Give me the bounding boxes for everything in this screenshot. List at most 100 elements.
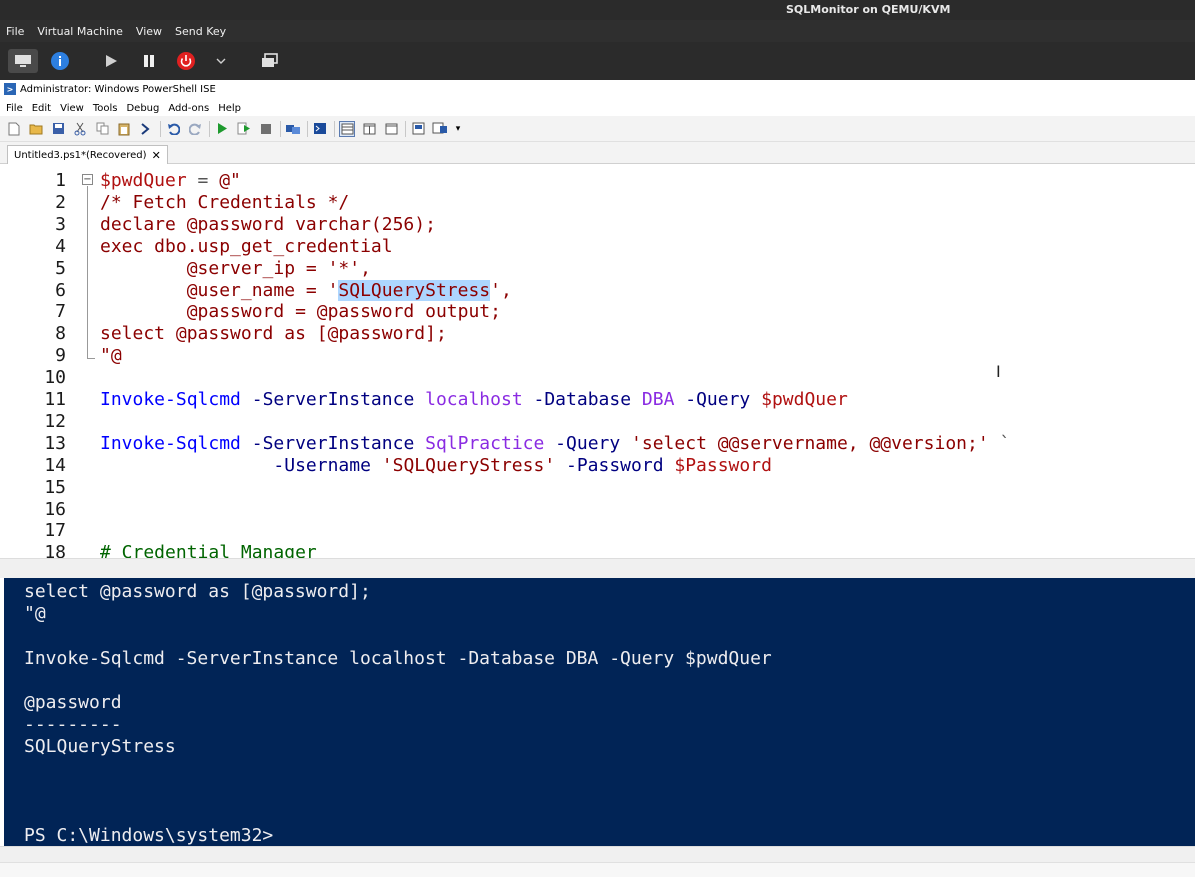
undo-icon[interactable] bbox=[165, 121, 181, 137]
line-number: 16 bbox=[44, 498, 66, 520]
code-token: Invoke-Sqlcmd bbox=[100, 432, 241, 454]
host-toolbar bbox=[0, 42, 1195, 80]
code-token: "@ bbox=[100, 345, 122, 367]
code-token: $Password bbox=[674, 454, 772, 476]
line-number: 9 bbox=[55, 345, 66, 367]
code-token: DBA bbox=[641, 389, 675, 410]
code-line: @user_name = 'SQLQueryStress', bbox=[100, 279, 512, 301]
code-token: = bbox=[186, 170, 220, 191]
ise-toolbar: ▾ bbox=[0, 116, 1195, 142]
ise-menu-tools[interactable]: Tools bbox=[93, 103, 118, 114]
ise-menu-file[interactable]: File bbox=[6, 103, 23, 114]
toolbar-separator bbox=[160, 120, 161, 137]
console-pane[interactable]: select @password as [@password]; "@ Invoke… bbox=[4, 578, 1195, 846]
code-line: select @password as [@password]; bbox=[100, 323, 447, 344]
code-token: exec dbo.usp_get_credential bbox=[100, 235, 393, 257]
code-line: "@ bbox=[100, 345, 122, 366]
powershell-icon: > bbox=[4, 83, 16, 95]
code-token: 'select @@servername, @@version;' bbox=[631, 432, 989, 454]
pane-splitter[interactable] bbox=[0, 558, 1195, 578]
code-token: SqlPractice bbox=[425, 432, 545, 454]
code-line: /* Fetch Credentials */ bbox=[100, 192, 349, 213]
selected-text: SQLQueryStress bbox=[338, 279, 491, 301]
toolbar-separator bbox=[307, 120, 308, 137]
horizontal-scrollbar[interactable] bbox=[0, 846, 1195, 862]
code-token: -Database bbox=[522, 389, 642, 410]
ise-menu-edit[interactable]: Edit bbox=[32, 103, 51, 114]
collapse-icon[interactable]: − bbox=[82, 174, 93, 185]
layout-top-icon[interactable] bbox=[339, 120, 355, 137]
open-folder-icon[interactable] bbox=[28, 121, 44, 137]
console-line: --------- bbox=[24, 714, 122, 736]
stop-icon[interactable] bbox=[258, 121, 274, 137]
save-icon[interactable] bbox=[50, 121, 66, 137]
code-token: @password = @password output; bbox=[100, 301, 501, 323]
console-line: select @password as [@password]; bbox=[24, 581, 371, 602]
ise-menu-add-ons[interactable]: Add-ons bbox=[168, 103, 209, 114]
line-number: 6 bbox=[55, 279, 66, 301]
play-icon[interactable] bbox=[100, 49, 122, 73]
console-line: Invoke-Sqlcmd -ServerInstance localhost … bbox=[24, 647, 772, 669]
ise-menu-debug[interactable]: Debug bbox=[126, 103, 159, 114]
code-token: @server_ip = '*', bbox=[100, 257, 371, 279]
info-icon[interactable] bbox=[48, 49, 72, 73]
toolbar-separator bbox=[209, 120, 210, 137]
cut-icon[interactable] bbox=[72, 121, 88, 137]
remote-powershell-icon[interactable] bbox=[285, 121, 301, 137]
pause-icon[interactable] bbox=[138, 49, 160, 73]
show-script-pane-icon[interactable] bbox=[410, 121, 426, 137]
code-token: # Credential Manager bbox=[100, 542, 317, 558]
host-menu-send-key[interactable]: Send Key bbox=[175, 25, 226, 38]
code-token: /* Fetch Credentials */ bbox=[100, 191, 350, 213]
line-number: 3 bbox=[55, 213, 66, 235]
ise-menu-view[interactable]: View bbox=[60, 103, 84, 114]
console-prompt: PS C:\Windows\system32> bbox=[24, 825, 274, 846]
code-line: exec dbo.usp_get_credential bbox=[100, 236, 393, 257]
clear-console-icon[interactable] bbox=[138, 121, 154, 137]
chevron-down-icon[interactable] bbox=[212, 49, 230, 73]
fold-guide bbox=[87, 186, 88, 358]
code-line: -Username 'SQLQueryStress' -Password $Pa… bbox=[100, 455, 772, 476]
copy-icon[interactable] bbox=[94, 121, 110, 137]
layout-right-icon[interactable] bbox=[361, 121, 377, 137]
monitor-icon[interactable] bbox=[8, 49, 38, 73]
new-file-icon[interactable] bbox=[6, 121, 22, 137]
console-line: @password bbox=[24, 692, 122, 713]
start-powershell-icon[interactable] bbox=[312, 121, 328, 137]
host-menu-file[interactable]: File bbox=[6, 25, 24, 38]
redo-icon[interactable] bbox=[187, 121, 203, 137]
host-menu-virtual-machine[interactable]: Virtual Machine bbox=[37, 25, 123, 38]
line-number: 17 bbox=[44, 520, 66, 542]
run-selection-icon[interactable] bbox=[236, 121, 252, 137]
line-number: 8 bbox=[55, 323, 66, 345]
toolbar-overflow-icon[interactable]: ▾ bbox=[454, 121, 462, 137]
code-token: ', bbox=[490, 279, 512, 301]
console-line: SQLQueryStress bbox=[24, 736, 176, 758]
close-icon[interactable]: ✕ bbox=[152, 149, 161, 162]
power-icon[interactable] bbox=[174, 49, 198, 73]
line-number: 18 bbox=[44, 542, 66, 558]
ise-menu-help[interactable]: Help bbox=[218, 103, 241, 114]
line-number: 2 bbox=[55, 191, 66, 213]
code-token: @" bbox=[219, 170, 241, 191]
code-line: @server_ip = '*', bbox=[100, 258, 371, 279]
tab-label: Untitled3.ps1*(Recovered) bbox=[14, 150, 147, 161]
code-line: $pwdQuer = @" bbox=[100, 170, 241, 191]
show-command-addon-icon[interactable] bbox=[432, 121, 448, 137]
script-pane[interactable]: − 1 2 3 4 5 6 7 8 9 10 11 12 13 14 15 16 17 18 $pwdQuer =… bbox=[0, 164, 1195, 558]
layout-max-icon[interactable] bbox=[383, 121, 399, 137]
tab-untitled3[interactable]: Untitled3.ps1*(Recovered) ✕ bbox=[7, 145, 168, 165]
ise-titlebar: > Administrator: Windows PowerShell ISE bbox=[0, 80, 1195, 98]
run-script-icon[interactable] bbox=[214, 121, 230, 137]
line-number: 14 bbox=[44, 454, 66, 476]
paste-icon[interactable] bbox=[116, 121, 132, 137]
code-line: Invoke-Sqlcmd -ServerInstance SqlPractic… bbox=[100, 433, 1010, 454]
code-line: @password = @password output; bbox=[100, 301, 501, 322]
code-token: Invoke-Sqlcmd bbox=[100, 389, 241, 410]
line-number: 11 bbox=[44, 389, 66, 410]
host-window-title: SQLMonitor on QEMU/KVM bbox=[786, 3, 951, 16]
toolbar-separator bbox=[280, 120, 281, 137]
host-menu-view[interactable]: View bbox=[136, 25, 162, 38]
screens-icon[interactable] bbox=[258, 49, 282, 73]
